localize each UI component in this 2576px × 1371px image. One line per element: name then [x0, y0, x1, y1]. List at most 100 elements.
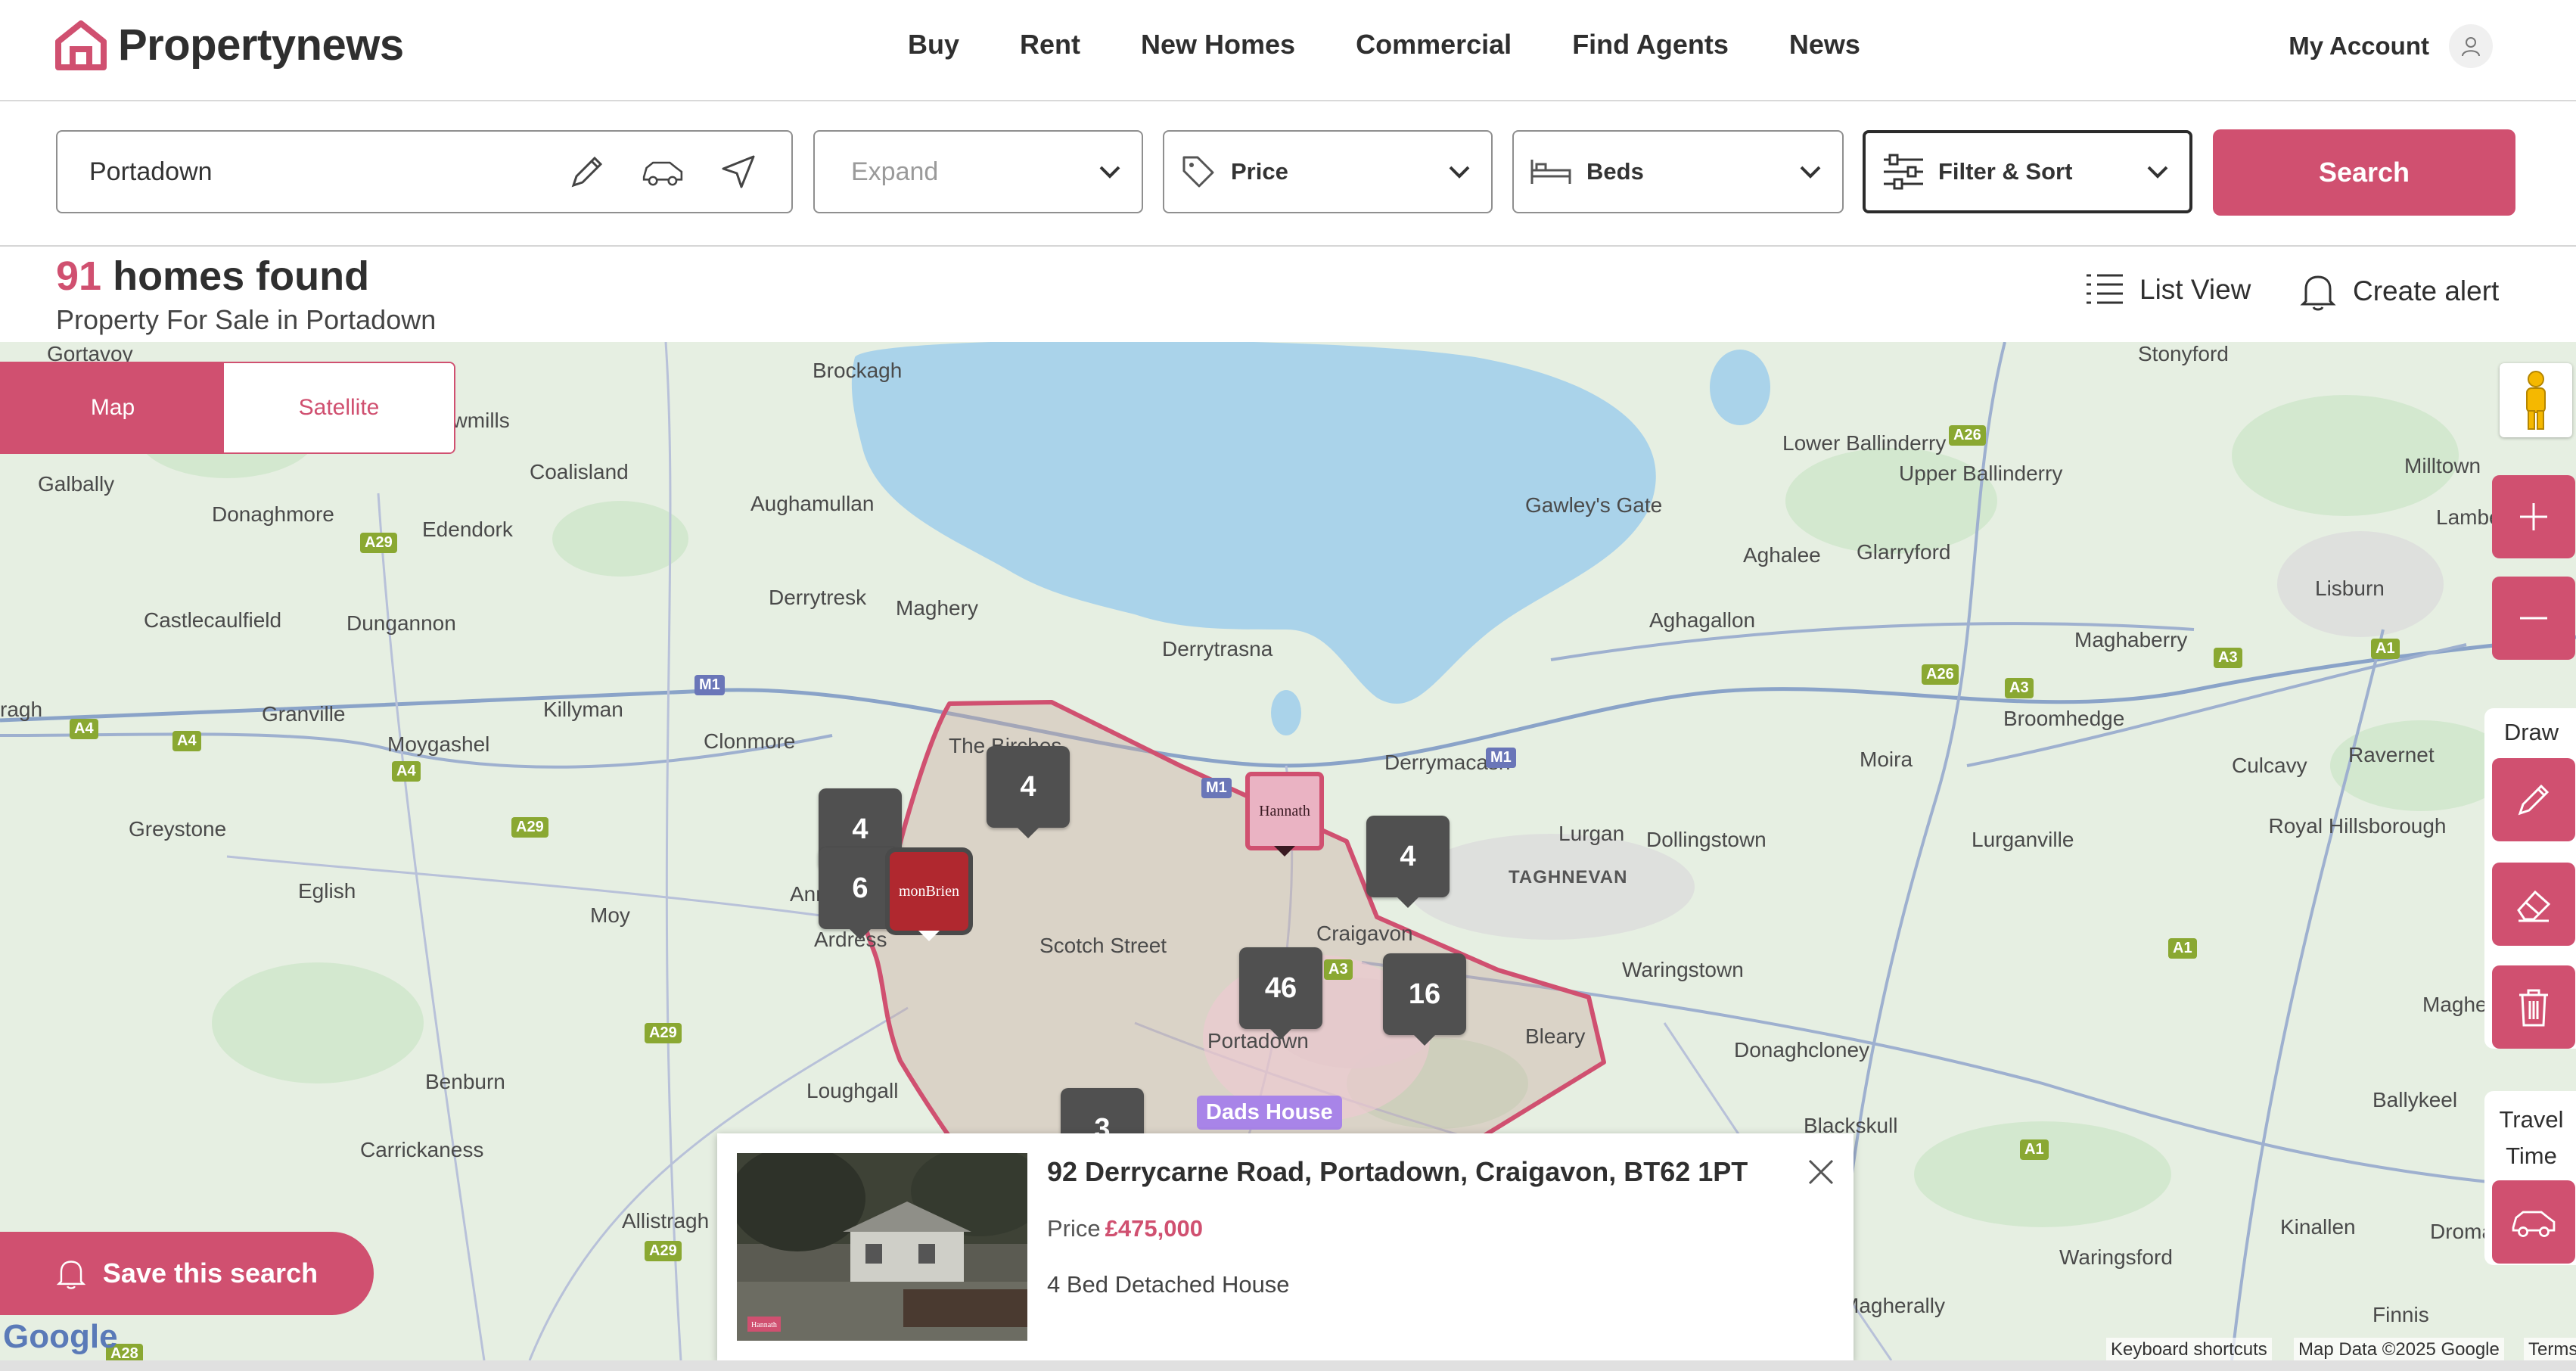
- place-label: Coalisland: [530, 460, 629, 483]
- place-label: Allistragh: [622, 1209, 710, 1233]
- place-label: Aughamullan: [750, 492, 875, 515]
- property-popup-card[interactable]: Hannath 92 Derrycarne Road, Portadown, C…: [717, 1133, 1854, 1360]
- car-icon[interactable]: [640, 149, 685, 194]
- place-label: Granville: [262, 702, 346, 726]
- map-data-attribution: Map Data ©2025 Google: [2294, 1338, 2504, 1360]
- save-search-button[interactable]: Save this search: [0, 1232, 374, 1315]
- place-label: Broomhedge: [2003, 707, 2125, 730]
- place-label: Portadown: [1207, 1029, 1309, 1052]
- nav-find-agents[interactable]: Find Agents: [1572, 29, 1729, 61]
- account-menu[interactable]: My Account: [2289, 24, 2493, 68]
- road-badge: A3: [1324, 959, 1353, 980]
- place-label: Galbally: [38, 472, 115, 496]
- place-label: Bleary: [1525, 1024, 1586, 1048]
- location-value[interactable]: Portadown: [89, 157, 564, 187]
- agent-pin-monbrien[interactable]: monBrien: [890, 852, 968, 941]
- place-label: Eglish: [298, 879, 356, 903]
- nav-new-homes[interactable]: New Homes: [1141, 29, 1295, 61]
- results-summary: 91 homes found Property For Sale in Port…: [56, 253, 436, 336]
- account-label: My Account: [2289, 32, 2429, 60]
- nav-news[interactable]: News: [1789, 29, 1860, 61]
- create-alert-button[interactable]: Create alert: [2300, 271, 2499, 312]
- property-cluster[interactable]: 4: [1366, 816, 1450, 908]
- trash-icon: [2519, 989, 2548, 1027]
- road-badge: A3: [2214, 648, 2242, 668]
- property-cluster[interactable]: 4: [987, 746, 1070, 838]
- create-alert-label: Create alert: [2353, 275, 2500, 306]
- sliders-icon: [1884, 154, 1923, 190]
- road-badge: A29: [360, 533, 397, 553]
- bed-icon: [1530, 160, 1571, 184]
- pencil-icon[interactable]: [564, 149, 610, 194]
- road-badge: A4: [392, 761, 421, 782]
- agent-pin-hannath[interactable]: Hannath: [1245, 772, 1324, 856]
- photo-agent-badge: Hannath: [751, 1321, 777, 1329]
- zoom-out-button[interactable]: [2492, 577, 2575, 660]
- road-badge: A29: [645, 1023, 682, 1043]
- property-cluster[interactable]: 46: [1239, 947, 1322, 1040]
- beds-dropdown[interactable]: Beds: [1512, 130, 1844, 213]
- minus-icon: [2520, 617, 2547, 620]
- place-label: Derrytresk: [769, 586, 867, 609]
- keyboard-shortcuts-link[interactable]: Keyboard shortcuts: [2106, 1338, 2272, 1360]
- road-badge: M1: [1486, 748, 1516, 768]
- list-view-button[interactable]: List View: [2085, 272, 2251, 307]
- property-photo[interactable]: Hannath: [737, 1153, 1027, 1341]
- place-label: Killyman: [543, 698, 623, 721]
- place-label: Lower Ballinderry: [1782, 431, 1947, 455]
- place-label: Milltown: [2404, 454, 2481, 477]
- place-label: Benburn: [425, 1070, 505, 1093]
- results-count: 91 homes found: [56, 253, 436, 300]
- expand-dropdown[interactable]: Expand: [813, 130, 1143, 213]
- place-label: TAGHNEVAN: [1509, 867, 1628, 888]
- nav-rent[interactable]: Rent: [1020, 29, 1080, 61]
- road-badge: A4: [172, 731, 201, 751]
- travel-time-button[interactable]: [2492, 1180, 2575, 1264]
- bell-icon: [2300, 275, 2336, 311]
- place-label: Waringsford: [2059, 1245, 2173, 1269]
- property-price: Price £475,000: [1047, 1215, 1203, 1242]
- custom-location-pin[interactable]: Dads House: [1197, 1096, 1342, 1130]
- house-logo-icon: [55, 20, 107, 70]
- place-label: Carrickaness: [360, 1138, 484, 1161]
- place-label: Magherally: [1841, 1294, 1945, 1317]
- nav-commercial[interactable]: Commercial: [1356, 29, 1512, 61]
- place-label: Lurgan: [1558, 822, 1625, 845]
- road-badge: M1: [694, 675, 725, 695]
- results-subtitle: Property For Sale in Portadown: [56, 304, 437, 335]
- property-cluster[interactable]: 16: [1383, 953, 1466, 1046]
- satellite-view-button[interactable]: Satellite: [224, 363, 454, 452]
- search-button[interactable]: Search: [2213, 129, 2515, 216]
- zoom-in-button[interactable]: [2492, 475, 2575, 558]
- terms-link[interactable]: Terms: [2524, 1338, 2576, 1360]
- close-icon[interactable]: [1804, 1155, 1838, 1189]
- street-view-pegman-icon[interactable]: [2500, 363, 2572, 437]
- map-type-toggle: Map Satellite: [0, 362, 455, 454]
- road-badge: M1: [1201, 778, 1232, 798]
- place-label: Gawley's Gate: [1525, 493, 1663, 517]
- chevron-down-icon: [1099, 166, 1120, 179]
- car-icon: [2512, 1211, 2556, 1237]
- draw-title: Draw: [2503, 719, 2559, 745]
- place-label: Clonmore: [704, 729, 796, 753]
- filter-sort-dropdown[interactable]: Filter & Sort: [1863, 130, 2192, 213]
- nav-buy[interactable]: Buy: [908, 29, 959, 61]
- road-badge: A3: [2005, 678, 2034, 698]
- navigation-arrow-icon[interactable]: [716, 149, 761, 194]
- results-count-suffix: homes found: [101, 253, 370, 299]
- eraser-button[interactable]: [2492, 863, 2575, 946]
- place-label: Dollingstown: [1646, 828, 1767, 851]
- road-badge: A26: [1922, 664, 1959, 685]
- price-dropdown[interactable]: Price: [1163, 130, 1493, 213]
- property-map[interactable]: Gortavoy Brockagh Stonyford ewmills Coal…: [0, 342, 2576, 1360]
- pencil-icon: [2518, 784, 2550, 816]
- place-label: Loughgall: [806, 1079, 899, 1102]
- map-view-button[interactable]: Map: [2, 363, 224, 452]
- place-label: Greystone: [129, 817, 227, 841]
- expand-placeholder: Expand: [851, 157, 939, 186]
- draw-pencil-button[interactable]: [2492, 758, 2575, 841]
- location-input[interactable]: Portadown: [56, 130, 793, 213]
- brand-logo[interactable]: Propertynews: [54, 20, 404, 70]
- property-address[interactable]: 92 Derrycarne Road, Portadown, Craigavon…: [1047, 1156, 1748, 1188]
- delete-drawing-button[interactable]: [2492, 965, 2575, 1049]
